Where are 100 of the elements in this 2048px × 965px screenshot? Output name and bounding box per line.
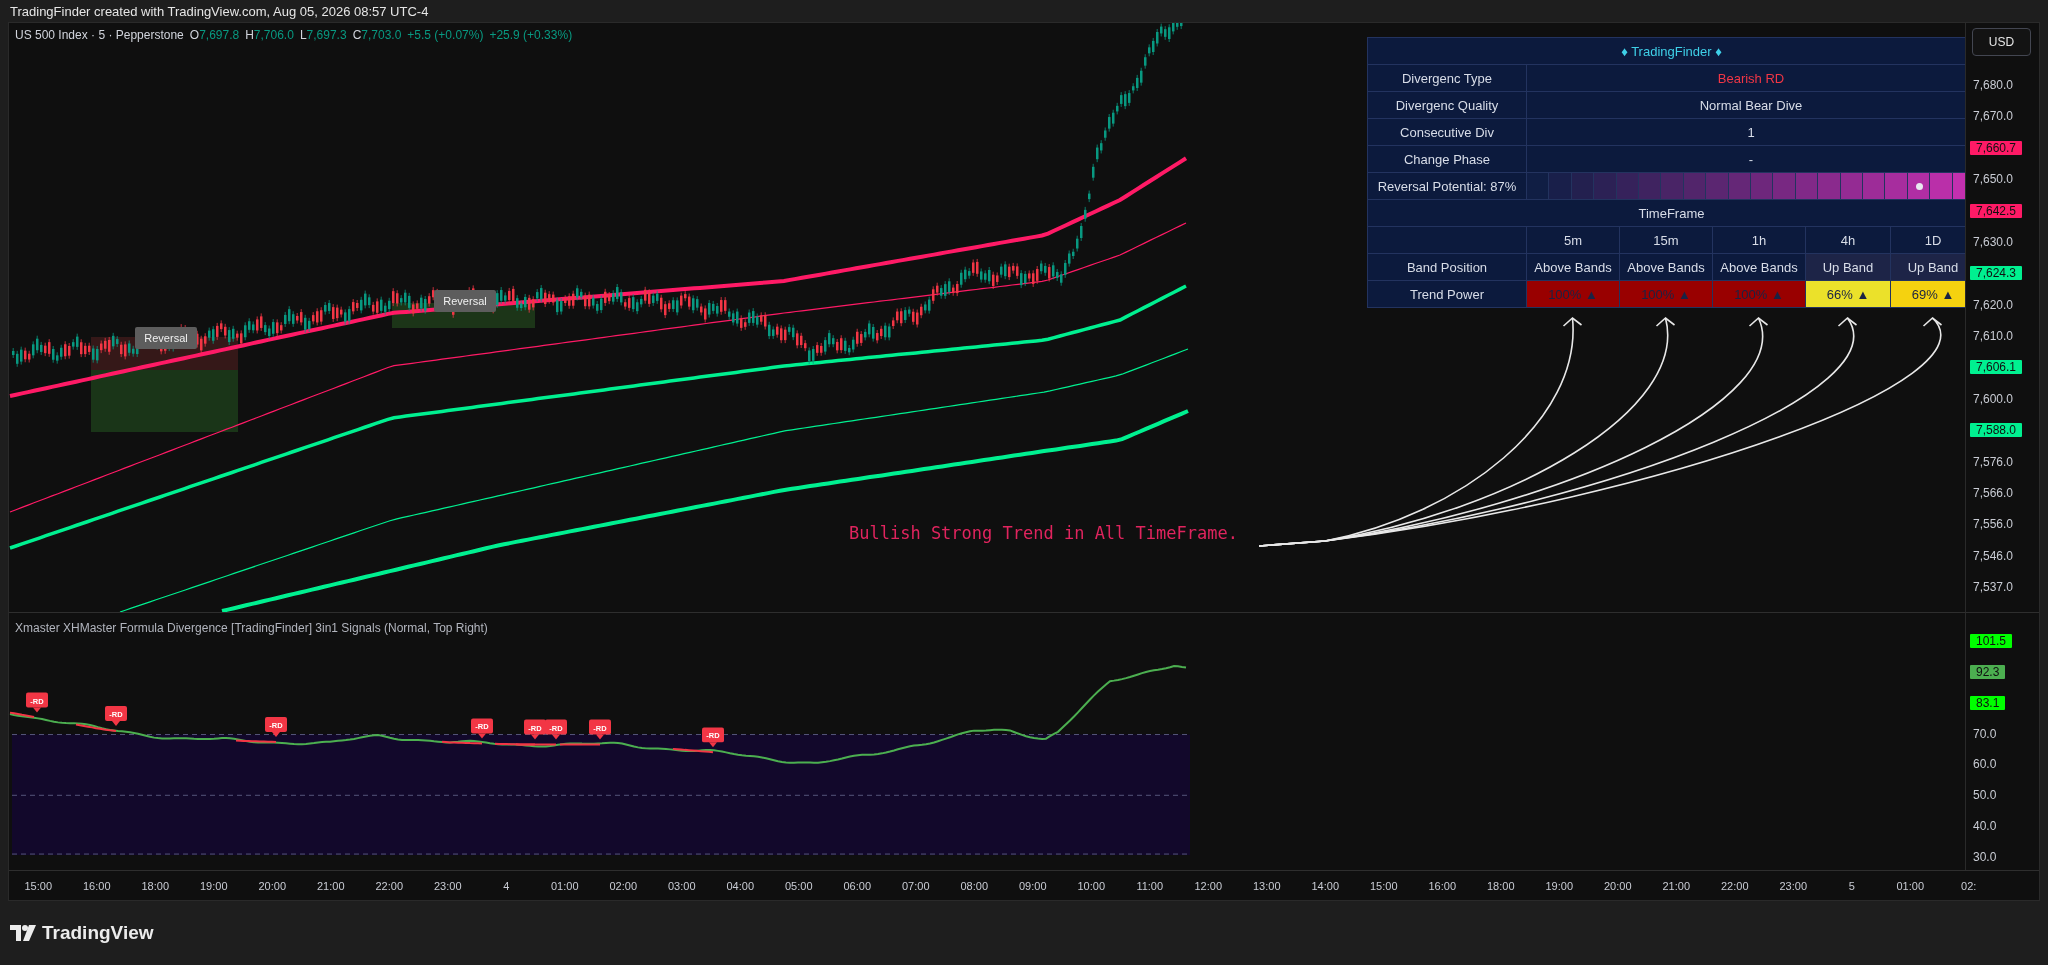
- axis-label: 60.0: [1972, 757, 1997, 772]
- table-cell: Reversal Potential: 87%: [1368, 173, 1526, 199]
- time-label: 07:00: [901, 879, 931, 892]
- price-badge: 7,660.7: [1970, 140, 2023, 155]
- symbol-label: US 500 Index · 5 · Pepperstone: [15, 28, 184, 42]
- time-label: 16:00: [82, 879, 112, 892]
- axis-label: 7,576.0: [1972, 454, 2014, 469]
- table-cell: Change Phase: [1368, 146, 1526, 172]
- ohlc-value: H7,706.0: [245, 28, 294, 42]
- axis-label: 70.0: [1972, 726, 1997, 741]
- time-label: 10:00: [1076, 879, 1106, 892]
- table-cell: 4h: [1806, 227, 1890, 253]
- axis-label: 7,670.0: [1972, 109, 2014, 124]
- time-label: 18:00: [140, 879, 170, 892]
- time-label: 18:00: [1486, 879, 1516, 892]
- price-badge: 7,588.0: [1970, 423, 2023, 438]
- time-label: 16:00: [1427, 879, 1457, 892]
- table-cell: Above Bands: [1620, 254, 1712, 280]
- time-label: 14:00: [1310, 879, 1340, 892]
- table-cell: Normal Bear Dive: [1527, 92, 1965, 118]
- table-cell: Consecutive Div: [1368, 119, 1526, 145]
- table-cell: 1: [1527, 119, 1965, 145]
- time-label: 13:00: [1252, 879, 1282, 892]
- table-cell: Divergenc Type: [1368, 65, 1526, 91]
- table-cell: 5m: [1527, 227, 1619, 253]
- annotation-text: Bullish Strong Trend in All TimeFrame.: [849, 523, 1238, 543]
- time-label: 23:00: [1778, 879, 1808, 892]
- table-cell: 15m: [1620, 227, 1712, 253]
- axis-label: 7,600.0: [1972, 391, 2014, 406]
- time-label: 23:00: [433, 879, 463, 892]
- time-label: 02:: [1960, 879, 1978, 892]
- time-label: 02:00: [608, 879, 638, 892]
- price-badge: 92.3: [1970, 664, 2006, 679]
- time-label: 04:00: [725, 879, 755, 892]
- ohlc-value: C7,703.0: [352, 28, 402, 42]
- price-badge: 7,606.1: [1970, 360, 2023, 375]
- axis-label: 7,556.0: [1972, 517, 2014, 532]
- axis-label: 30.0: [1972, 849, 1997, 864]
- time-label: 21:00: [1661, 879, 1691, 892]
- axis-label: 7,680.0: [1972, 78, 2014, 92]
- axis-label: 7,650.0: [1972, 172, 2014, 187]
- table-title: ♦ TradingFinder ♦: [1368, 38, 1965, 64]
- time-label: 21:00: [316, 879, 346, 892]
- table-cell: Trend Power: [1368, 281, 1526, 307]
- time-label: 19:00: [1544, 879, 1574, 892]
- axis-label: 7,610.0: [1972, 329, 2014, 343]
- time-label: 20:00: [1603, 879, 1633, 892]
- chart-caption: TradingFinder created with TradingView.com, Aug 05, 2026 08:57 UTC-4: [10, 3, 429, 19]
- table-cell: Above Bands: [1527, 254, 1619, 280]
- price-badge: 7,642.5: [1970, 203, 2023, 218]
- price-badge: 101.5: [1970, 634, 2013, 648]
- table-cell: 1h: [1713, 227, 1805, 253]
- time-label: 12:00: [1193, 879, 1223, 892]
- table-cell: 69% ▲: [1891, 281, 1965, 307]
- reversal-label: Reversal: [434, 290, 496, 312]
- time-label: 01:00: [550, 879, 580, 892]
- logo-icon: [10, 925, 36, 941]
- axis-label: 7,537.0: [1972, 580, 2014, 594]
- price-badge: 83.1: [1970, 695, 2006, 710]
- time-label: 03:00: [667, 879, 697, 892]
- table-cell: Bearish RD: [1527, 65, 1965, 91]
- currency-button[interactable]: USD: [1972, 28, 2031, 56]
- table-cell: Divergenc Quality: [1368, 92, 1526, 118]
- time-label: 20:00: [257, 879, 287, 892]
- axis-label: 40.0: [1972, 819, 1997, 834]
- change-value: +25.9 (+0.33%): [489, 28, 573, 42]
- table-cell: TimeFrame: [1368, 200, 1965, 226]
- time-label: 22:00: [374, 879, 404, 892]
- axis-label: 7,546.0: [1972, 548, 2014, 563]
- table-cell: 100% ▲: [1527, 281, 1619, 307]
- table-cell: -: [1527, 146, 1965, 172]
- time-label: 06:00: [842, 879, 872, 892]
- time-label: 08:00: [959, 879, 989, 892]
- brand-name: TradingView: [42, 922, 154, 944]
- time-label: 15:00: [23, 879, 53, 892]
- table-cell: Up Band: [1891, 254, 1965, 280]
- reversal-label: Reversal: [135, 327, 197, 349]
- time-label: 22:00: [1720, 879, 1750, 892]
- table-cell: 100% ▲: [1620, 281, 1712, 307]
- time-label: 09:00: [1018, 879, 1048, 892]
- time-label: 11:00: [1135, 879, 1165, 892]
- change-value: +5.5 (+0.07%): [407, 28, 484, 42]
- time-label: 05:00: [784, 879, 814, 892]
- table-cell: 100% ▲: [1713, 281, 1805, 307]
- table-cell: Above Bands: [1713, 254, 1805, 280]
- time-label: 15:00: [1369, 879, 1399, 892]
- ohlc-value: O7,697.8: [189, 28, 240, 42]
- axis-label: 50.0: [1972, 788, 1997, 803]
- table-cell: 66% ▲: [1806, 281, 1890, 307]
- axis-label: 7,620.0: [1972, 297, 2014, 312]
- time-label: 19:00: [199, 879, 229, 892]
- axis-label: 7,630.0: [1972, 234, 2014, 249]
- table-cell: 1D: [1891, 227, 1965, 253]
- table-cell: Up Band: [1806, 254, 1890, 280]
- price-badge: 7,624.3: [1970, 266, 2023, 281]
- time-label: 01:00: [1895, 879, 1925, 892]
- indicator-title: Xmaster XHMaster Formula Divergence [TradingFinder] 3in1 Signals (Normal, Top Right): [15, 621, 488, 635]
- time-label: 4: [502, 879, 511, 892]
- ohlc-value: L7,697.3: [299, 28, 347, 42]
- table-cell: Band Position: [1368, 254, 1526, 280]
